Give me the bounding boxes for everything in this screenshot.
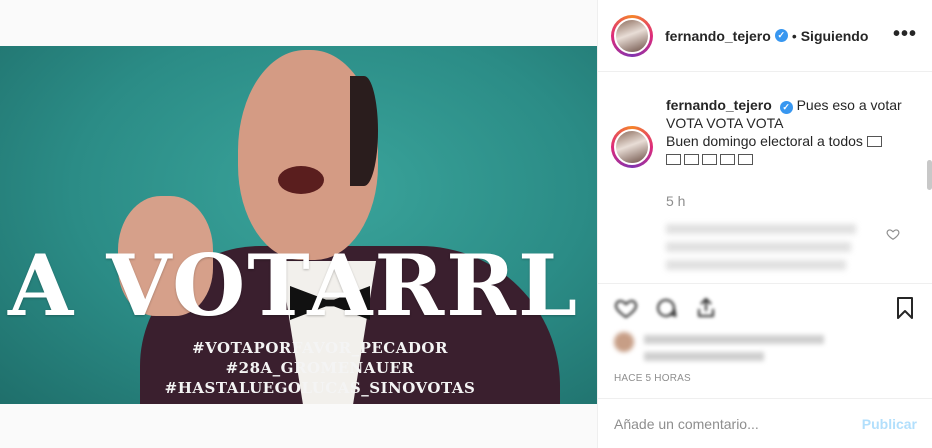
image-hashtags: #VOTAPORFAVOR_PECADOR #28A_GROMENAUER #H… xyxy=(100,338,540,398)
post-side-panel: fernando_tejero ✓ • Siguiendo ••• fernan… xyxy=(597,0,932,448)
blurred-comment xyxy=(666,220,866,270)
liker-avatar[interactable] xyxy=(614,332,634,352)
post-date[interactable]: HACE 5 HORAS xyxy=(614,373,691,384)
verified-badge-icon: ✓ xyxy=(774,29,788,42)
more-options-button[interactable]: ••• xyxy=(893,24,917,44)
separator: • xyxy=(791,27,797,44)
caption-body: fernando_tejero ✓ Pues eso a votar VOTA … xyxy=(666,96,906,210)
caption-avatar[interactable] xyxy=(614,129,650,165)
emoji-glyph-icon xyxy=(738,154,753,165)
image-hashtag-line: #VOTAPORFAVOR_PECADOR #28A_GROMENAUER xyxy=(192,339,448,377)
caption-timestamp[interactable]: 5 h xyxy=(666,192,906,210)
emoji-glyph-icon xyxy=(702,154,717,165)
comments-section: fernando_tejero ✓ Pues eso a votar VOTA … xyxy=(598,72,932,282)
user-line: fernando_tejero ✓ • Siguiendo xyxy=(665,28,868,44)
caption-text-line: Buen domingo electoral a todos xyxy=(666,132,906,150)
likes-summary[interactable] xyxy=(614,332,844,361)
share-icon[interactable] xyxy=(694,296,718,320)
caption-username-link[interactable]: fernando_tejero xyxy=(666,97,772,113)
caption-emoji-row xyxy=(666,150,906,168)
post-header: fernando_tejero ✓ • Siguiendo ••• xyxy=(598,0,932,72)
caption-first-line: fernando_tejero ✓ Pues eso a votar xyxy=(666,96,906,114)
publish-button[interactable]: Publicar xyxy=(862,416,917,432)
heart-icon[interactable] xyxy=(614,296,638,320)
story-ring[interactable] xyxy=(611,14,653,57)
avatar[interactable] xyxy=(614,17,650,54)
bookmark-icon[interactable] xyxy=(893,296,917,320)
caption: fernando_tejero ✓ Pues eso a votar VOTA … xyxy=(611,96,906,210)
caption-story-ring[interactable] xyxy=(611,126,653,168)
post-actions: HACE 5 HORAS xyxy=(598,283,932,393)
image-mouth xyxy=(278,166,324,194)
emoji-glyph-icon xyxy=(684,154,699,165)
comment-input[interactable] xyxy=(614,415,862,432)
add-comment-bar: Publicar xyxy=(598,398,932,448)
emoji-glyph-icon xyxy=(866,136,882,147)
comments-scrollbar[interactable] xyxy=(927,160,932,190)
emoji-glyph-icon xyxy=(720,154,735,165)
post-image[interactable]: A VOTARRL #VOTAPORFAVOR_PECADOR #28A_GRO… xyxy=(0,46,597,404)
caption-text-line: Pues eso a votar xyxy=(796,97,902,113)
username-link[interactable]: fernando_tejero xyxy=(665,28,771,44)
comment-like-heart-icon[interactable] xyxy=(886,227,900,241)
verified-badge-icon: ✓ xyxy=(779,101,793,114)
caption-text: Buen domingo electoral a todos xyxy=(666,133,863,149)
likes-text[interactable] xyxy=(644,332,844,361)
action-icons xyxy=(614,296,734,320)
image-hair xyxy=(350,76,378,186)
emoji-glyph-icon xyxy=(666,154,681,165)
image-overlay-text: A VOTARRL xyxy=(8,236,580,335)
comment-icon[interactable] xyxy=(654,296,678,320)
following-button[interactable]: Siguiendo xyxy=(801,28,869,44)
caption-text-line: VOTA VOTA VOTA xyxy=(666,115,784,131)
image-hashtag-line: #HASTALUEGOLUCAS_SINOVOTAS xyxy=(164,379,476,397)
